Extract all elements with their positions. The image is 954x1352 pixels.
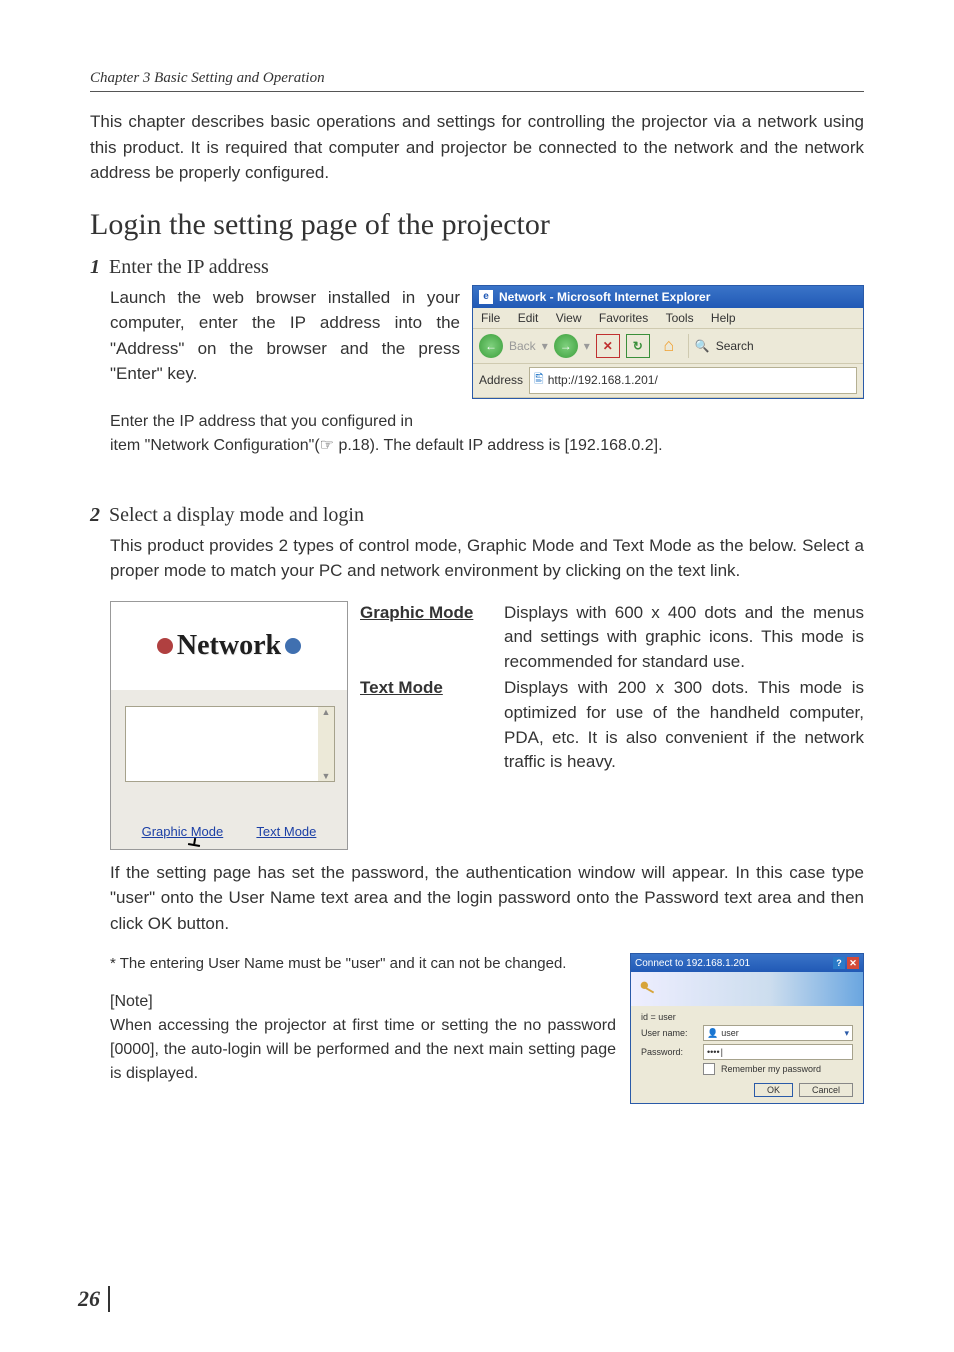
ie-toolbar: ← Back ▾ → ▾ ✕ ↻ ⌂ 🔍 Search: [473, 329, 863, 364]
step1-number: 1: [90, 256, 100, 278]
chapter-header: Chapter 3 Basic Setting and Operation: [90, 70, 864, 92]
auth-dialog: Connect to 192.168.1.201 ? ✕ id = user U…: [630, 953, 864, 1104]
step1-title: Enter the IP address: [109, 256, 269, 278]
cancel-button[interactable]: Cancel: [799, 1083, 853, 1097]
ok-button[interactable]: OK: [754, 1083, 793, 1097]
refresh-icon[interactable]: ↻: [626, 334, 650, 358]
menu-help[interactable]: Help: [711, 311, 736, 325]
address-value: http://192.168.1.201/: [548, 373, 658, 387]
ie-logo-icon: e: [479, 290, 493, 304]
mode-def-text: Displays with 200 x 300 dots. This mode …: [504, 676, 864, 775]
password-input[interactable]: ••••|: [703, 1044, 853, 1060]
mode-term-text: Text Mode: [360, 676, 490, 775]
step2-body: This product provides 2 types of control…: [110, 533, 864, 584]
auth-realm: id = user: [641, 1012, 853, 1022]
auth-titlebar: Connect to 192.168.1.201 ? ✕: [631, 954, 863, 972]
username-note: * The entering User Name must be "user" …: [110, 953, 616, 976]
network-logo-area: Network: [111, 602, 347, 690]
back-icon[interactable]: ←: [479, 334, 503, 358]
menu-edit[interactable]: Edit: [518, 311, 539, 325]
search-icon[interactable]: 🔍: [695, 339, 710, 353]
username-label: User name:: [641, 1028, 697, 1038]
menu-view[interactable]: View: [556, 311, 582, 325]
page-icon: 🖺: [534, 370, 544, 391]
ie-titlebar: e Network - Microsoft Internet Explorer: [473, 286, 863, 308]
graphic-mode-link[interactable]: Graphic Mode: [142, 824, 224, 839]
logo-dot-left-top: [157, 638, 173, 654]
ie-title-text: Network - Microsoft Internet Explorer: [499, 290, 710, 304]
step1-heading: 1 Enter the IP address: [90, 256, 864, 279]
keys-icon: [637, 978, 659, 1000]
mode-def-graphic: Displays with 600 x 400 dots and the men…: [504, 601, 864, 675]
scrollbar-icon[interactable]: ▲▼: [318, 707, 334, 781]
username-value: user: [721, 1028, 739, 1038]
network-logo-text: Network: [177, 630, 281, 662]
auth-title: Connect to 192.168.1.201: [635, 958, 750, 969]
mode-term-graphic: Graphic Mode: [360, 601, 490, 675]
auth-paragraph: If the setting page has set the password…: [110, 860, 864, 937]
menu-file[interactable]: File: [481, 311, 500, 325]
user-icon: 👤: [707, 1028, 718, 1039]
ie-window: e Network - Microsoft Internet Explorer …: [472, 285, 864, 399]
step2-heading: 2 Select a display mode and login: [90, 504, 864, 527]
remember-label: Remember my password: [721, 1064, 821, 1074]
address-label: Address: [479, 373, 523, 387]
step1-continuation-b: item "Network Configuration"(☞ p.18). Th…: [110, 434, 864, 458]
page-number: 26: [78, 1286, 110, 1312]
text-mode-link[interactable]: Text Mode: [256, 824, 316, 839]
back-label: Back: [509, 339, 536, 353]
intro-paragraph: This chapter describes basic operations …: [90, 109, 864, 186]
document-page: Chapter 3 Basic Setting and Operation Th…: [0, 0, 954, 1352]
close-icon[interactable]: ✕: [847, 957, 859, 969]
section-title: Login the setting page of the projector: [90, 208, 864, 242]
mode-select-window: Network ▲▼ Graphic Mode Text Mode: [110, 601, 348, 850]
step2-title: Select a display mode and login: [109, 504, 364, 526]
help-icon[interactable]: ?: [833, 957, 845, 969]
stop-icon[interactable]: ✕: [596, 334, 620, 358]
username-input[interactable]: 👤 user: [703, 1025, 853, 1041]
remember-checkbox[interactable]: [703, 1063, 715, 1075]
ie-menubar: File Edit View Favorites Tools Help: [473, 308, 863, 329]
toolbar-separator: [688, 334, 689, 358]
logo-dot-right-top: [285, 638, 301, 654]
forward-icon[interactable]: →: [554, 334, 578, 358]
menu-favorites[interactable]: Favorites: [599, 311, 648, 325]
password-label: Password:: [641, 1047, 697, 1057]
forward-dropdown-icon[interactable]: ▾: [584, 339, 590, 353]
note-body: When accessing the projector at first ti…: [110, 1014, 616, 1086]
password-value: ••••: [707, 1047, 720, 1057]
search-label: Search: [716, 339, 754, 353]
step1-continuation-a: Enter the IP address that you configured…: [110, 410, 864, 434]
step2-number: 2: [90, 504, 100, 526]
note-label: [Note]: [110, 990, 616, 1014]
back-dropdown-icon[interactable]: ▾: [542, 339, 548, 353]
address-input[interactable]: 🖺 http://192.168.1.201/: [529, 367, 857, 394]
ie-address-bar: Address 🖺 http://192.168.1.201/: [473, 364, 863, 398]
language-select[interactable]: ▲▼: [125, 706, 335, 782]
auth-banner: [631, 972, 863, 1006]
menu-tools[interactable]: Tools: [666, 311, 694, 325]
home-icon[interactable]: ⌂: [656, 333, 682, 359]
step1-body: Launch the web browser installed in your…: [110, 285, 460, 387]
